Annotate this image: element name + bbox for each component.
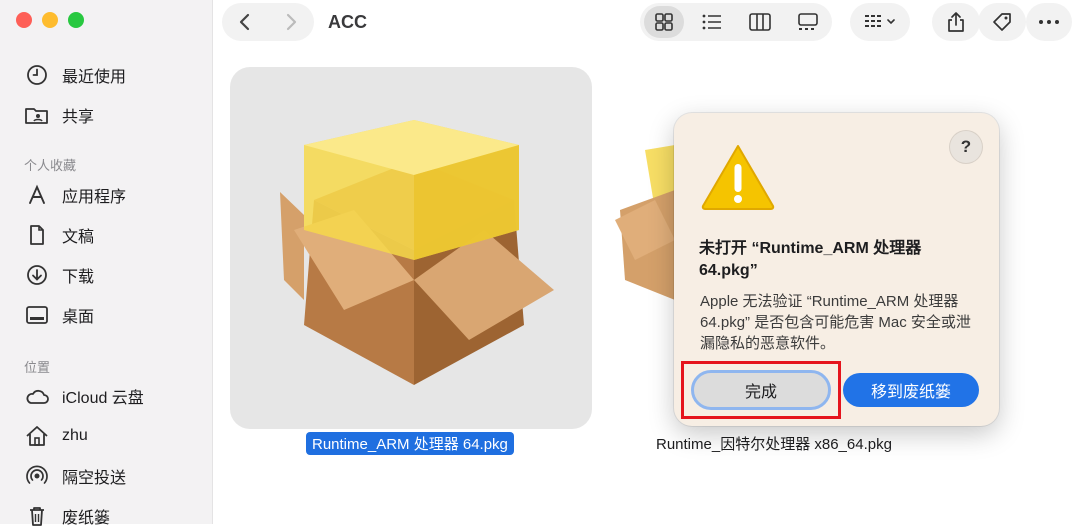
sidebar-item-documents[interactable]: 文稿 <box>24 221 94 249</box>
help-button[interactable]: ? <box>950 131 982 163</box>
sidebar-item-desktop[interactable]: 桌面 <box>24 301 94 329</box>
share-button[interactable] <box>932 3 980 41</box>
sidebar-item-home[interactable]: zhu <box>24 422 88 450</box>
gallery-view-button[interactable] <box>784 3 832 41</box>
sidebar-item-airdrop[interactable]: 隔空投送 <box>24 462 126 490</box>
move-to-trash-button[interactable]: 移到废纸篓 <box>843 373 979 407</box>
document-icon <box>24 222 50 248</box>
sidebar-item-label: 废纸篓 <box>62 510 111 527</box>
icon-view-button[interactable] <box>640 3 688 41</box>
list-icon <box>702 14 721 30</box>
dialog-title: 未打开 “Runtime_ARM 处理器 64.pkg” <box>699 240 922 279</box>
ellipsis-icon <box>1039 20 1059 24</box>
favorites-header: 个人收藏 <box>24 158 77 173</box>
warning-icon <box>701 145 775 210</box>
sidebar-item-label: 应用程序 <box>62 189 127 206</box>
gallery-icon <box>798 13 818 30</box>
share-icon <box>948 12 964 32</box>
back-button[interactable] <box>222 3 268 41</box>
sidebar-item-shared[interactable]: 共享 <box>24 101 94 129</box>
sidebar-item-downloads[interactable]: 下载 <box>24 261 94 289</box>
list-view-button[interactable] <box>688 3 736 41</box>
sidebar-item-label: 最近使用 <box>62 69 127 86</box>
sidebar-item-label: 隔空投送 <box>62 470 127 487</box>
home-icon <box>24 423 50 449</box>
grid-icon <box>655 13 673 31</box>
sidebar-item-label: zhu <box>62 427 88 444</box>
chevron-right-icon <box>286 13 297 31</box>
sidebar-item-label: iCloud 云盘 <box>62 390 144 407</box>
group-icon <box>865 15 895 27</box>
zoom-button[interactable] <box>68 12 84 28</box>
column-view-button[interactable] <box>736 3 784 41</box>
sidebar-item-label: 共享 <box>62 109 95 126</box>
sidebar-item-applications[interactable]: 应用程序 <box>24 181 126 209</box>
sidebar-item-label: 下载 <box>62 269 95 286</box>
applications-icon <box>24 182 50 208</box>
minimize-button[interactable] <box>42 12 58 28</box>
close-button[interactable] <box>16 12 32 28</box>
highlight-box <box>681 361 841 419</box>
tag-button[interactable] <box>978 3 1026 41</box>
dialog-message: Apple 无法验证 “Runtime_ARM 处理器 64.pkg” 是否包含… <box>700 293 971 352</box>
trash-icon <box>24 503 50 529</box>
sidebar-item-label: 桌面 <box>62 309 95 326</box>
sidebar-item-label: 文稿 <box>62 229 95 246</box>
group-by-button[interactable] <box>850 3 910 41</box>
chevron-left-icon <box>239 13 250 31</box>
tag-icon <box>993 13 1011 31</box>
window-title: ACC <box>328 12 367 32</box>
sidebar-item-recents[interactable]: 最近使用 <box>24 61 126 89</box>
columns-icon <box>749 13 771 31</box>
view-mode-group <box>640 3 832 41</box>
clock-icon <box>24 62 50 88</box>
cloud-icon <box>24 383 50 409</box>
airdrop-icon <box>24 463 50 489</box>
forward-button[interactable] <box>268 3 314 41</box>
shared-folder-icon <box>24 102 50 128</box>
desktop-icon <box>24 302 50 328</box>
more-button[interactable] <box>1026 3 1072 41</box>
package-icon[interactable] <box>264 100 564 400</box>
selected-file-name[interactable]: Runtime_ARM 处理器 64.pkg <box>306 432 514 455</box>
window-controls <box>16 12 84 28</box>
sidebar-item-icloud[interactable]: iCloud 云盘 <box>24 382 144 410</box>
sidebar-item-trash[interactable]: 废纸篓 <box>24 502 110 530</box>
file-name[interactable]: Runtime_因特尔处理器 x86_64.pkg <box>656 433 892 454</box>
locations-header: 位置 <box>24 360 51 375</box>
sidebar: 最近使用 共享 个人收藏 应用程序 文稿 下载 桌面 位置 iCloud 云盘 … <box>0 0 213 527</box>
navigation-group <box>222 3 314 41</box>
download-icon <box>24 262 50 288</box>
